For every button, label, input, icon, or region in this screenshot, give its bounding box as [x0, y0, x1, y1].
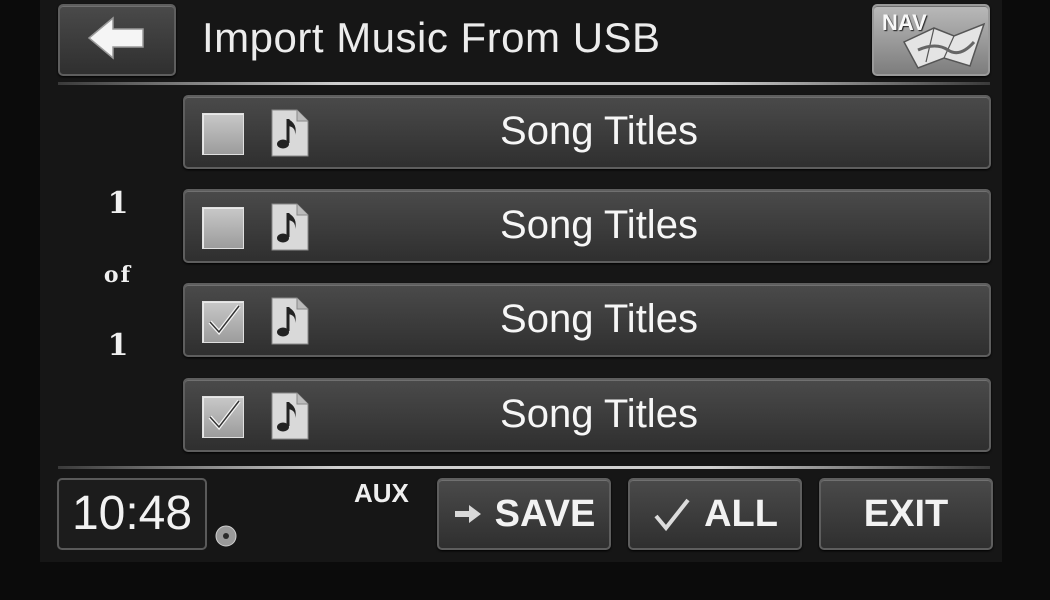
song-row[interactable]: Song Titles: [183, 189, 991, 263]
clock: 10:48: [57, 478, 207, 550]
arrow-left-icon: [85, 16, 149, 64]
header-divider: [58, 82, 990, 85]
exit-button[interactable]: EXIT: [819, 478, 993, 550]
song-row[interactable]: Song Titles: [183, 283, 991, 357]
page-title: Import Music From USB: [202, 14, 661, 61]
import-music-screen: Import Music From USB NAV 1 of 1 Song Ti…: [40, 0, 1002, 562]
source-label: AUX: [354, 478, 409, 508]
page-of-label: of: [103, 262, 133, 288]
checkmark-icon: [652, 496, 692, 532]
nav-button[interactable]: NAV: [872, 4, 990, 76]
song-title: Song Titles: [500, 203, 698, 247]
back-button[interactable]: [58, 4, 176, 76]
all-label: ALL: [704, 492, 778, 535]
song-title: Song Titles: [500, 297, 698, 341]
song-row[interactable]: Song Titles: [183, 378, 991, 452]
song-title: Song Titles: [500, 392, 698, 436]
page-current: 1: [107, 186, 129, 221]
song-row[interactable]: Song Titles: [183, 95, 991, 169]
footer-divider: [58, 466, 990, 469]
page-total: 1: [107, 328, 129, 363]
disc-icon: [214, 524, 238, 548]
save-button[interactable]: SAVE: [437, 478, 611, 550]
save-label: SAVE: [494, 492, 596, 535]
arrow-right-icon: [453, 503, 483, 525]
song-title: Song Titles: [500, 109, 698, 153]
nav-label: NAV: [882, 10, 927, 35]
exit-label: EXIT: [863, 492, 949, 535]
select-all-button[interactable]: ALL: [628, 478, 802, 550]
